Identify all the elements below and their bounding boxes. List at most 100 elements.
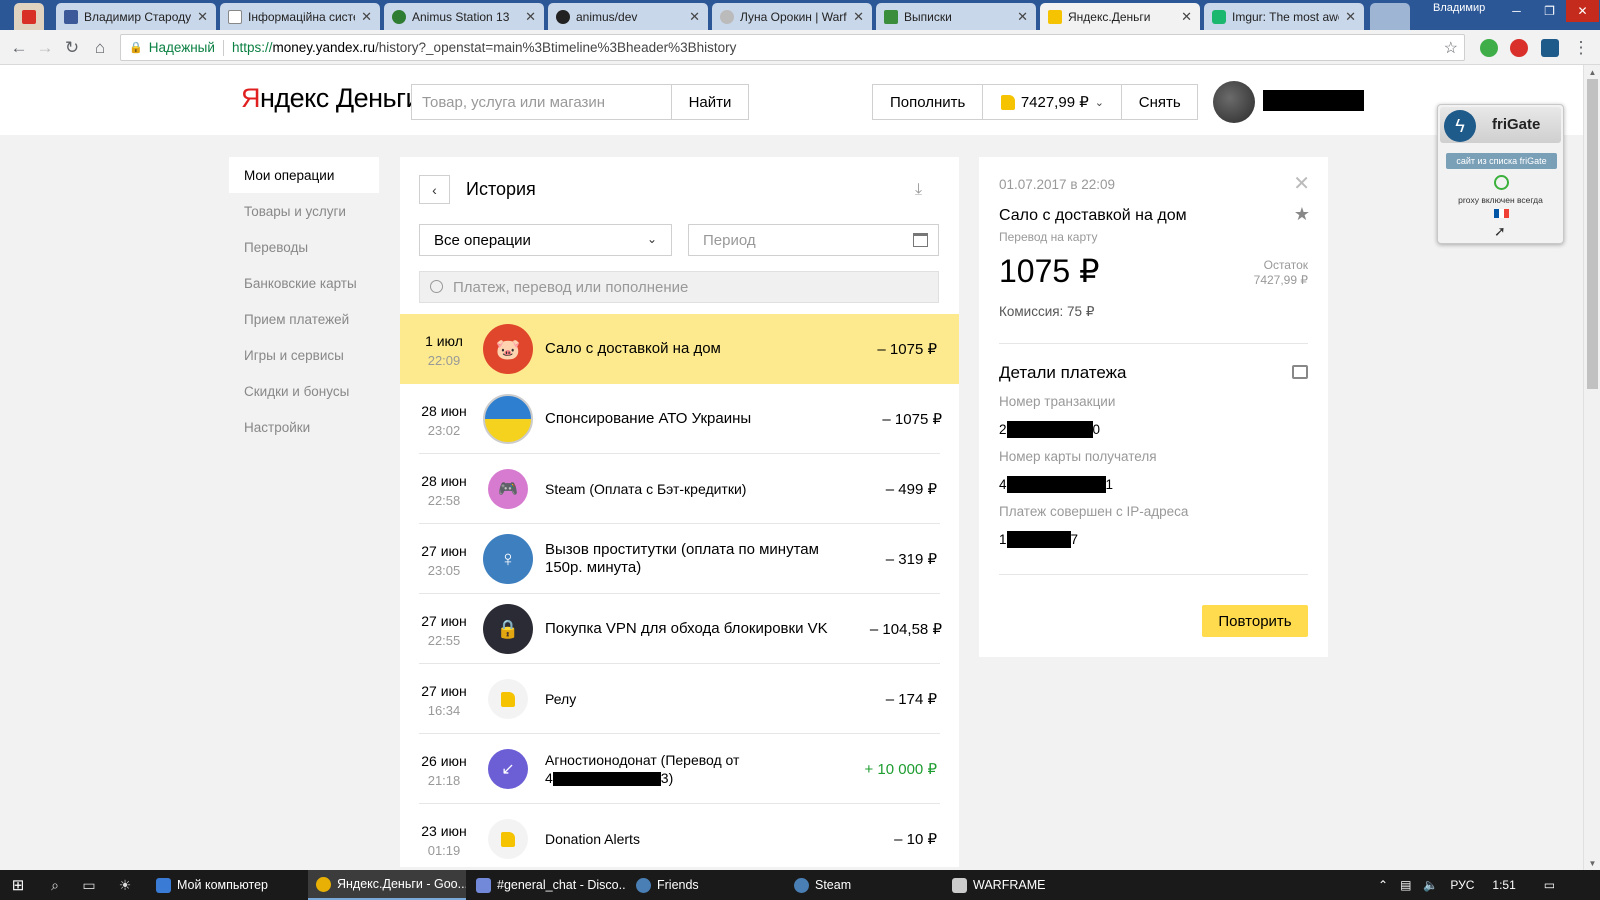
operation-row[interactable]: 23 июн 01:19 Donation Alerts – 10 ₽	[400, 804, 959, 867]
power-icon[interactable]	[1494, 175, 1509, 190]
operation-row[interactable]: 27 июн 23:05 ♀ Вызов проститутки (оплата …	[400, 524, 959, 594]
detail-title: Сало с доставкой на дом	[999, 207, 1187, 224]
menu-item-payments[interactable]: Прием платежей	[229, 301, 379, 337]
close-icon[interactable]: ✕	[1181, 9, 1192, 25]
address-bar[interactable]: 🔒 Надежный https:// money.yandex.ru /his…	[120, 34, 1465, 61]
taskbar-app[interactable]: #general_chat - Disco...	[468, 870, 626, 900]
txn-value: 20	[999, 421, 1100, 438]
calendar-icon[interactable]	[913, 233, 928, 247]
browser-tab-active[interactable]: Яндекс.Деньги ✕	[1040, 3, 1200, 30]
taskbar-app[interactable]: Steam	[786, 870, 940, 900]
close-icon[interactable]: ✕	[525, 9, 536, 25]
frigate-extension-icon[interactable]	[1541, 39, 1559, 57]
operation-row[interactable]: 28 июн 23:02 Спонсирование АТО Украины – …	[400, 384, 959, 454]
star-icon[interactable]: ★	[1294, 204, 1310, 225]
taskbar-app-label: Яндекс.Деньги - Goo...	[337, 877, 466, 891]
period-input[interactable]: Период	[688, 224, 939, 256]
weather-sun-icon[interactable]: ☀	[108, 870, 142, 900]
menu-item-bank-cards[interactable]: Банковские карты	[229, 265, 379, 301]
operation-row[interactable]: 27 июн 22:55 🔒 Покупка VPN для обхода бло…	[400, 594, 959, 664]
menu-item-discounts[interactable]: Скидки и бонусы	[229, 373, 379, 409]
tab-gmail[interactable]	[14, 3, 44, 30]
extension-block-icon[interactable]	[1510, 39, 1528, 57]
browser-tab[interactable]: Animus Station 13 ✕	[384, 3, 544, 30]
menu-dots-icon[interactable]: ⋮	[1570, 37, 1592, 59]
yandex-money-logo[interactable]: Яндекс Деньги	[241, 83, 421, 114]
browser-tab[interactable]: animus/dev ✕	[548, 3, 708, 30]
repeat-button[interactable]: Повторить	[1202, 605, 1308, 637]
close-icon[interactable]: ✕	[1293, 171, 1310, 196]
menu-item-my-operations[interactable]: Мои операции	[229, 157, 379, 193]
scroll-down-icon[interactable]: ▼	[1584, 856, 1600, 870]
browser-tab[interactable]: Владимир Стародуб ✕	[56, 3, 216, 30]
logo-word: ндекс	[260, 83, 329, 113]
home-icon[interactable]: ⌂	[89, 37, 111, 59]
print-icon[interactable]	[1292, 365, 1308, 379]
close-icon[interactable]: ✕	[853, 9, 864, 25]
language-indicator[interactable]: РУС	[1450, 878, 1474, 892]
withdraw-button[interactable]: Снять	[1122, 85, 1197, 119]
operation-search-input[interactable]: Платеж, перевод или пополнение	[419, 271, 939, 303]
bookmark-star-icon[interactable]: ☆	[1444, 38, 1458, 58]
taskbar-app[interactable]: WARFRAME	[944, 870, 1098, 900]
site-search-input[interactable]: Товар, услуга или магазин	[411, 84, 671, 120]
windows-start-icon[interactable]: ⊞	[0, 870, 36, 900]
operation-row[interactable]: 1 июл 22:09 🐷 Сало с доставкой на дом – 1…	[400, 314, 959, 384]
taskbar-app-label: Friends	[657, 878, 699, 892]
taskbar-app[interactable]: Friends	[628, 870, 782, 900]
scroll-thumb[interactable]	[1587, 79, 1598, 389]
close-icon[interactable]: ✕	[197, 9, 208, 25]
back-button[interactable]: ‹	[419, 175, 450, 204]
minimize-icon[interactable]: ─	[1500, 0, 1533, 22]
tab-label: Владимир Стародуб	[84, 9, 192, 24]
notifications-icon[interactable]: ▭	[1544, 878, 1555, 892]
operation-row[interactable]: 27 июн 16:34 Релу – 174 ₽	[400, 664, 959, 734]
close-icon[interactable]: ✕	[1345, 9, 1356, 25]
browser-tab[interactable]: Інформаційна система ✕	[220, 3, 380, 30]
menu-item-settings[interactable]: Настройки	[229, 409, 379, 445]
find-button[interactable]: Найти	[671, 84, 749, 120]
close-icon[interactable]: ✕	[689, 9, 700, 25]
clock[interactable]: 1:51	[1492, 878, 1515, 892]
operation-type-select[interactable]: Все операции ⌄	[419, 224, 672, 256]
close-icon[interactable]: ✕	[1017, 9, 1028, 25]
window-controls: ─ ❐ ✕	[1500, 0, 1599, 22]
browser-tab[interactable]: Imgur: The most awesome ✕	[1204, 3, 1364, 30]
browser-tab[interactable]: Луна Орокин | Warframe ✕	[712, 3, 872, 30]
extension-shield-icon[interactable]	[1480, 39, 1498, 57]
volume-icon[interactable]: 🔈	[1423, 878, 1438, 892]
operation-amount: – 499 ₽	[885, 481, 937, 498]
forward-arrow-icon[interactable]: →	[34, 37, 56, 59]
new-tab-button[interactable]	[1370, 3, 1410, 30]
browser-tab[interactable]: Выписки ✕	[876, 3, 1036, 30]
page-scrollbar[interactable]: ▲ ▼	[1583, 65, 1600, 870]
balance-dropdown[interactable]: 7427,99 ₽ ⌄	[983, 85, 1123, 119]
operation-row[interactable]: 28 июн 22:58 🎮 Steam (Оплата с Бэт-кредит…	[400, 454, 959, 524]
chevron-up-icon[interactable]: ⌃	[1378, 878, 1388, 892]
back-arrow-icon[interactable]: ←	[8, 37, 30, 59]
operation-name-line: 4 3)	[545, 769, 673, 787]
task-view-icon[interactable]: ▭	[72, 870, 106, 900]
topup-button[interactable]: Пополнить	[873, 85, 984, 119]
france-flag-icon[interactable]	[1494, 209, 1509, 218]
download-icon[interactable]: ⤓	[915, 181, 922, 199]
arrow-icon[interactable]: ➚	[1494, 223, 1506, 240]
taskbar-app[interactable]: Мой компьютер	[148, 870, 306, 900]
menu-item-goods[interactable]: Товары и услуги	[229, 193, 379, 229]
search-icon[interactable]: ⌕	[38, 870, 72, 900]
browser-tabstrip: Владимир Стародуб ✕ Інформаційна система…	[0, 0, 1600, 30]
network-icon[interactable]: ▤	[1400, 878, 1411, 892]
url-path: /history?_openstat=main%3Btimeline%3Bhea…	[375, 40, 737, 55]
avatar[interactable]	[1213, 81, 1255, 123]
close-icon[interactable]: ✕	[361, 9, 372, 25]
taskbar-app-active[interactable]: Яндекс.Деньги - Goo...	[308, 870, 466, 900]
menu-item-transfers[interactable]: Переводы	[229, 229, 379, 265]
menu-item-games[interactable]: Игры и сервисы	[229, 337, 379, 373]
operation-amount: – 319 ₽	[885, 551, 937, 568]
maximize-icon[interactable]: ❐	[1533, 0, 1566, 22]
operation-time: 22:58	[427, 493, 461, 508]
close-window-icon[interactable]: ✕	[1566, 0, 1599, 22]
scroll-up-icon[interactable]: ▲	[1584, 65, 1600, 79]
reload-icon[interactable]: ↻	[61, 37, 83, 59]
operation-row[interactable]: 26 июн 21:18 ↙ Агностионодонат (Перевод о…	[400, 734, 959, 804]
